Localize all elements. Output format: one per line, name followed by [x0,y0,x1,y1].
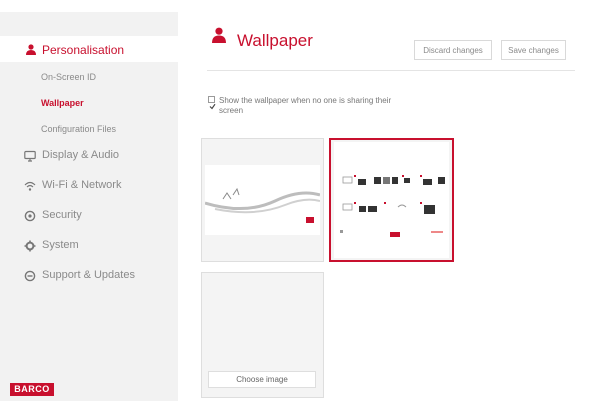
sidebar-item-personalisation[interactable]: Personalisation [0,36,178,62]
save-changes-button[interactable]: Save changes [501,40,566,60]
subnav-on-screen-id[interactable]: On-Screen ID [41,72,96,82]
sidebar-item-label: System [42,239,79,251]
barco-logo: BARCO [10,383,54,396]
sidebar-item-support-updates[interactable]: Support & Updates [0,265,178,287]
divider [207,70,575,71]
shield-icon [24,210,36,222]
sidebar-item-label: Security [42,209,82,221]
gear-icon [24,240,36,252]
refresh-icon [24,270,36,282]
wallpaper-preview [204,165,321,235]
subnav-wallpaper[interactable]: Wallpaper [41,98,84,108]
swoosh-graphic [204,187,321,223]
discard-changes-button[interactable]: Discard changes [414,40,492,60]
top-strip [0,0,592,12]
sidebar-item-label: Support & Updates [42,269,135,281]
person-icon [26,44,36,55]
wifi-icon [24,181,36,191]
sidebar-item-label: Personalisation [42,43,125,57]
person-icon [212,27,226,43]
wallpaper-thumbnail[interactable] [201,138,324,262]
sidebar-item-security[interactable]: Security [0,205,178,227]
sidebar-item-wifi-network[interactable]: Wi-Fi & Network [0,175,178,197]
page-title: Wallpaper [237,31,313,50]
check-icon [209,103,216,110]
show-wallpaper-label: Show the wallpaper when no one is sharin… [219,96,392,115]
choose-image-button[interactable]: Choose image [208,371,316,388]
monitor-icon [24,150,36,162]
sidebar-item-label: Wi-Fi & Network [42,179,122,191]
wallpaper-thumbnail-selected[interactable] [329,138,454,262]
show-wallpaper-checkbox[interactable] [208,96,216,110]
sidebar: Personalisation On-Screen ID Wallpaper C… [0,12,178,401]
connection-instructions-graphic [340,175,445,237]
subnav-configuration-files[interactable]: Configuration Files [41,124,116,134]
sidebar-item-system[interactable]: System [0,235,178,257]
sidebar-item-label: Display & Audio [42,149,120,161]
sidebar-item-display-audio[interactable]: Display & Audio [0,145,178,167]
wallpaper-preview [334,142,449,258]
